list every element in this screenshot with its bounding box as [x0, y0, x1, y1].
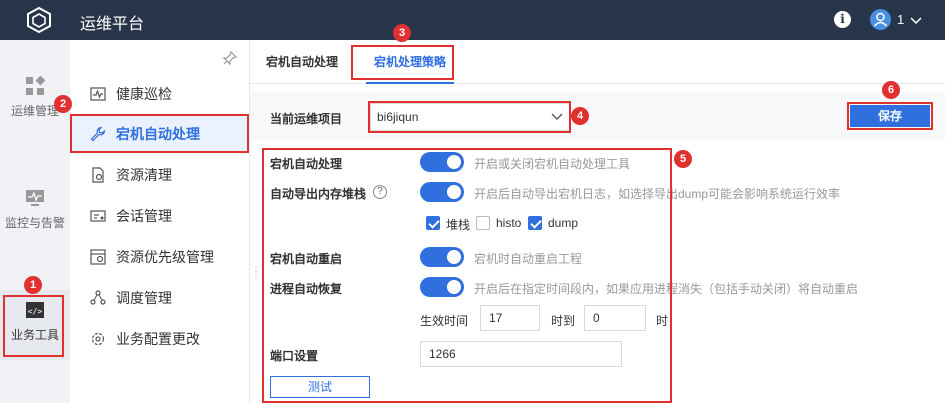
- annotation-box-1: [3, 295, 64, 357]
- rail-label-monitor: 监控与告警: [4, 216, 65, 230]
- chevron-down-icon[interactable]: [910, 17, 922, 25]
- annotation-box-6: [847, 102, 933, 130]
- clean-icon: [92, 167, 104, 183]
- annotation-box-5: [262, 148, 672, 403]
- annotation-box-3: [351, 45, 454, 80]
- pin-icon[interactable]: [222, 50, 238, 66]
- menu-label: 业务配置更改: [116, 331, 200, 347]
- sub-menu: 健康巡检 宕机自动处理 资源清理 会话管理 资源优先级管理 调度管理 业务配置更…: [70, 40, 250, 403]
- session-icon: [90, 210, 106, 222]
- config-icon: [91, 332, 105, 346]
- menu-label: 资源清理: [116, 167, 172, 183]
- user-name[interactable]: 1: [897, 12, 904, 27]
- schedule-icon: [90, 290, 106, 305]
- rail-label-ops: 运维管理: [10, 104, 59, 118]
- annotation-badge-2: 2: [54, 95, 72, 113]
- priority-icon: [90, 249, 106, 265]
- annotation-box-4: [368, 101, 571, 133]
- annotation-badge-3: 3: [393, 24, 411, 42]
- app-title: 运维平台: [80, 16, 145, 33]
- menu-item-schedule[interactable]: 调度管理: [70, 279, 250, 317]
- menu-item-health-check[interactable]: 健康巡检: [70, 75, 250, 113]
- menu-label: 调度管理: [116, 290, 172, 306]
- annotation-badge-4: 4: [571, 107, 589, 125]
- annotation-box-2: [70, 114, 249, 153]
- top-bar: 运维平台 i 1: [0, 0, 945, 40]
- menu-label: 会话管理: [116, 208, 172, 224]
- annotation-badge-5: 5: [674, 150, 692, 168]
- menu-item-config-change[interactable]: 业务配置更改: [70, 320, 250, 358]
- rail-item-monitor[interactable]: 监控与告警: [0, 188, 70, 231]
- info-icon[interactable]: i: [834, 11, 851, 28]
- tab-crash-auto[interactable]: 宕机自动处理: [266, 40, 338, 84]
- project-toolbar: [250, 92, 945, 140]
- logo-cube-icon: [27, 7, 51, 33]
- user-avatar[interactable]: [870, 9, 891, 30]
- menu-item-session[interactable]: 会话管理: [70, 197, 250, 235]
- annotation-badge-6: 6: [882, 81, 900, 99]
- health-check-icon: [90, 87, 106, 101]
- grid-icon: [26, 76, 45, 95]
- menu-label: 健康巡检: [116, 86, 172, 102]
- menu-item-resource-clean[interactable]: 资源清理: [70, 156, 250, 194]
- menu-item-priority[interactable]: 资源优先级管理: [70, 238, 250, 276]
- monitor-icon: [26, 190, 44, 206]
- project-label: 当前运维项目: [270, 112, 343, 126]
- menu-label: 资源优先级管理: [116, 249, 214, 265]
- annotation-badge-1: 1: [24, 276, 42, 294]
- user-icon: [873, 12, 888, 27]
- resize-handle[interactable]: ⋮ ⋮: [251, 267, 261, 284]
